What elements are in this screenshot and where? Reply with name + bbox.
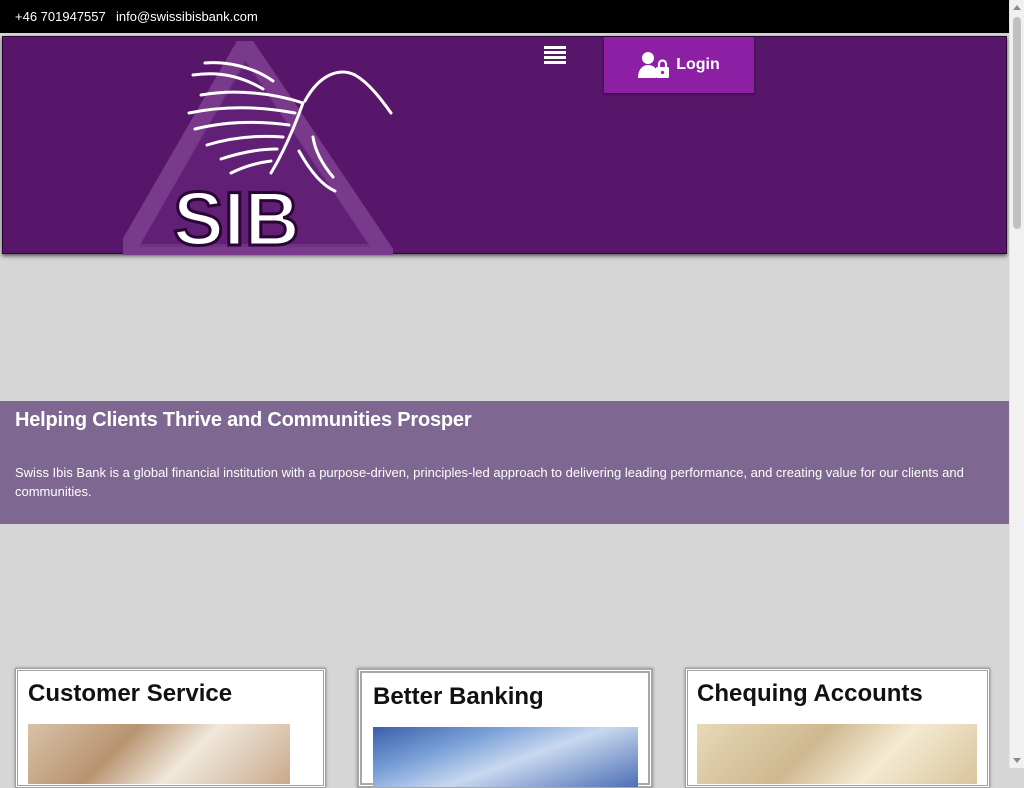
card-better-banking[interactable]: Better Banking [357, 668, 653, 788]
scrollbar-thumb[interactable] [1013, 17, 1021, 229]
login-label: Login [676, 56, 720, 73]
hero-band: Helping Clients Thrive and Communities P… [0, 401, 1009, 524]
hero-description: Swiss Ibis Bank is a global financial in… [15, 465, 964, 499]
phone-number-link[interactable]: +46 701947557 [15, 9, 106, 24]
site-header: SIB Login [2, 36, 1007, 255]
vertical-scrollbar[interactable] [1009, 0, 1024, 768]
card-chequing-accounts[interactable]: Chequing Accounts [685, 668, 990, 788]
svg-text:SIB: SIB [173, 177, 300, 255]
card-image [697, 724, 977, 784]
login-button[interactable]: Login [604, 37, 754, 93]
card-image [373, 727, 638, 787]
sib-logo[interactable]: SIB [123, 41, 393, 255]
hero-title: Helping Clients Thrive and Communities P… [15, 409, 472, 431]
card-title: Customer Service [28, 680, 233, 707]
card-title: Chequing Accounts [697, 680, 923, 707]
email-link[interactable]: info@swissibisbank.com [116, 9, 258, 24]
scroll-up-icon[interactable] [1013, 5, 1021, 10]
scroll-down-icon[interactable] [1013, 758, 1021, 763]
user-lock-icon [638, 52, 670, 78]
card-image [28, 724, 290, 784]
hamburger-menu-icon[interactable] [544, 46, 566, 66]
card-title: Better Banking [373, 683, 544, 710]
card-customer-service[interactable]: Customer Service [15, 668, 326, 788]
contact-topbar: +46 701947557 info@swissibisbank.com [0, 0, 1009, 33]
